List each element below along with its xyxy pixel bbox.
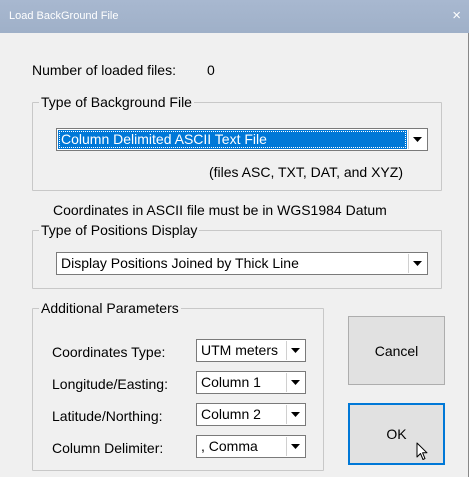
chevron-down-icon[interactable] [408, 130, 426, 149]
background-type-select[interactable]: Column Delimited ASCII Text File [56, 128, 428, 151]
chevron-down-icon[interactable] [286, 341, 304, 360]
chevron-down-icon[interactable] [408, 254, 426, 273]
background-type-value: Column Delimited ASCII Text File [58, 130, 407, 149]
column-delimiter-select[interactable]: , Comma [196, 435, 306, 458]
load-background-dialog: Load BackGround File × Number of loaded … [0, 0, 469, 477]
background-type-legend: Type of Background File [41, 94, 192, 110]
latitude-northing-select[interactable]: Column 2 [196, 403, 306, 426]
ok-button[interactable]: OK [348, 403, 445, 465]
file-types-hint: (files ASC, TXT, DAT, and XYZ) [209, 164, 403, 180]
cancel-button-label: Cancel [374, 342, 419, 359]
latitude-northing-value: Column 2 [201, 406, 261, 422]
title-bar[interactable]: Load BackGround File × [0, 0, 469, 33]
coordinates-type-label: Coordinates Type: [52, 344, 166, 360]
column-delimiter-label: Column Delimiter: [52, 440, 164, 456]
chevron-down-icon[interactable] [286, 405, 304, 424]
window-title: Load BackGround File [9, 10, 119, 22]
chevron-down-icon[interactable] [286, 373, 304, 392]
datum-note: Coordinates in ASCII file must be in WGS… [53, 202, 387, 218]
mouse-pointer-icon [416, 442, 428, 460]
chevron-down-icon[interactable] [286, 437, 304, 456]
longitude-easting-label: Longitude/Easting: [52, 376, 168, 392]
ok-button-label: OK [386, 426, 407, 442]
loaded-files-label: Number of loaded files: [32, 62, 176, 78]
coordinates-type-value: UTM meters [201, 342, 278, 358]
cancel-button[interactable]: Cancel [348, 316, 445, 385]
longitude-easting-value: Column 1 [201, 374, 261, 390]
column-delimiter-value: , Comma [201, 438, 258, 454]
positions-display-value: Display Positions Joined by Thick Line [61, 255, 299, 271]
coordinates-type-select[interactable]: UTM meters [196, 339, 306, 362]
positions-display-select[interactable]: Display Positions Joined by Thick Line [56, 252, 428, 275]
loaded-files-count: 0 [207, 62, 215, 78]
latitude-northing-label: Latitude/Northing: [52, 408, 163, 424]
additional-parameters-legend: Additional Parameters [41, 300, 179, 316]
close-icon[interactable]: × [452, 8, 461, 23]
positions-display-legend: Type of Positions Display [41, 222, 198, 238]
longitude-easting-select[interactable]: Column 1 [196, 371, 306, 394]
